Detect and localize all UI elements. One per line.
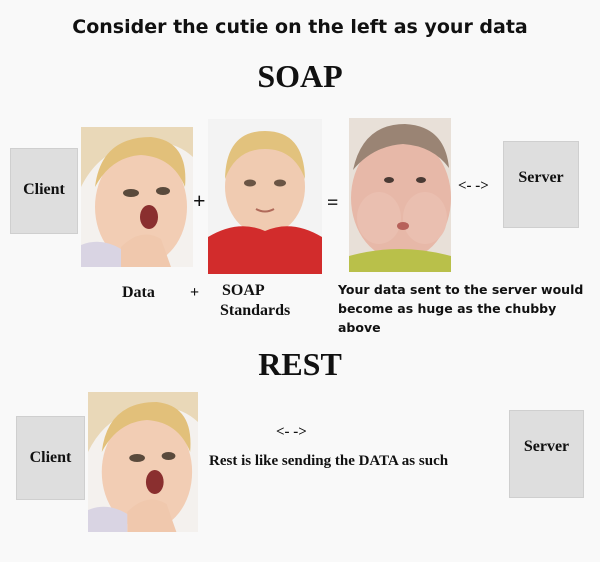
soap-data-baby-photo: [81, 127, 193, 267]
soap-server-box: Server: [503, 141, 579, 228]
rest-client-label: Client: [29, 449, 72, 466]
soap-client-label: Client: [23, 181, 65, 198]
soap-label-data: Data: [122, 284, 155, 301]
soap-server-label: Server: [518, 169, 564, 186]
soap-heading: SOAP: [257, 58, 343, 94]
soap-plus-sign: +: [193, 188, 206, 213]
rest-data-baby-photo: [88, 392, 198, 532]
soap-standards-baby-photo: [208, 119, 322, 274]
page-title: Consider the cutie on the left as your d…: [72, 16, 528, 38]
soap-note-line-2: become as huge as the chubby above: [338, 301, 557, 335]
rest-client-box: Client: [16, 416, 85, 500]
soap-bidirectional-arrow: <- ->: [458, 178, 489, 194]
rest-server-label: Server: [523, 438, 570, 455]
rest-caption: Rest is like sending the DATA as such: [209, 453, 449, 469]
rest-bidirectional-arrow: <- ->: [276, 424, 307, 440]
soap-equals-sign: =: [327, 192, 339, 214]
rest-heading: REST: [258, 346, 342, 382]
soap-note-line-1: Your data sent to the server would: [338, 282, 584, 297]
soap-client-box: Client: [10, 148, 78, 234]
rest-server-box: Server: [509, 410, 584, 498]
soap-label-plus: +: [190, 284, 200, 301]
soap-label-standards: Standards: [220, 302, 291, 319]
soap-chubby-baby-photo: [349, 118, 451, 272]
soap-label-soap: SOAP: [222, 282, 265, 299]
soap-note: Your data sent to the server would becom…: [338, 280, 600, 337]
